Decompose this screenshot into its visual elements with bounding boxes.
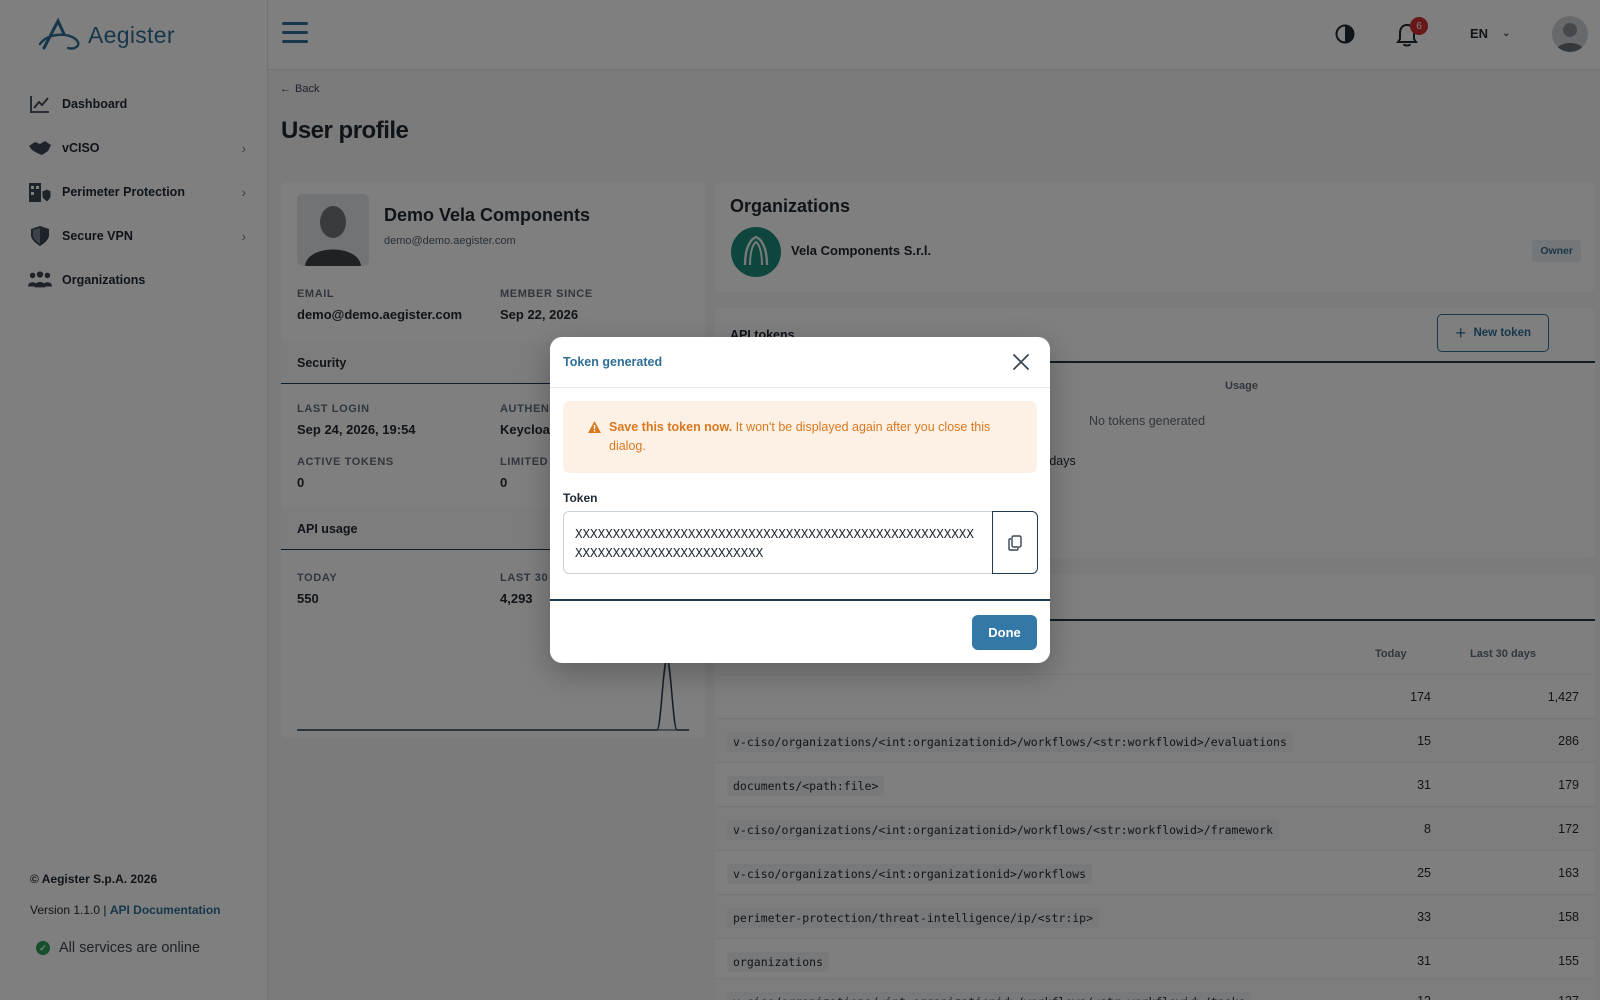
token-label: Token [563,491,598,505]
dialog-title: Token generated [563,355,663,369]
warning-text: Save this token now. It won't be display… [609,418,1019,456]
copy-icon [1008,534,1022,551]
close-icon[interactable] [1012,353,1030,371]
token-generated-dialog: Token generated Save this token now. It … [550,337,1050,663]
copy-token-button[interactable] [992,511,1038,574]
warning-alert: Save this token now. It won't be display… [563,401,1037,473]
divider [550,387,1050,388]
done-button[interactable]: Done [972,615,1037,650]
token-value[interactable]: XXXXXXXXXXXXXXXXXXXXXXXXXXXXXXXXXXXXXXXX… [575,524,980,562]
warning-triangle-icon [587,420,602,439]
warning-strong-text: Save this token now. [609,420,733,434]
divider [550,599,1050,601]
token-field[interactable]: XXXXXXXXXXXXXXXXXXXXXXXXXXXXXXXXXXXXXXXX… [563,511,1038,574]
